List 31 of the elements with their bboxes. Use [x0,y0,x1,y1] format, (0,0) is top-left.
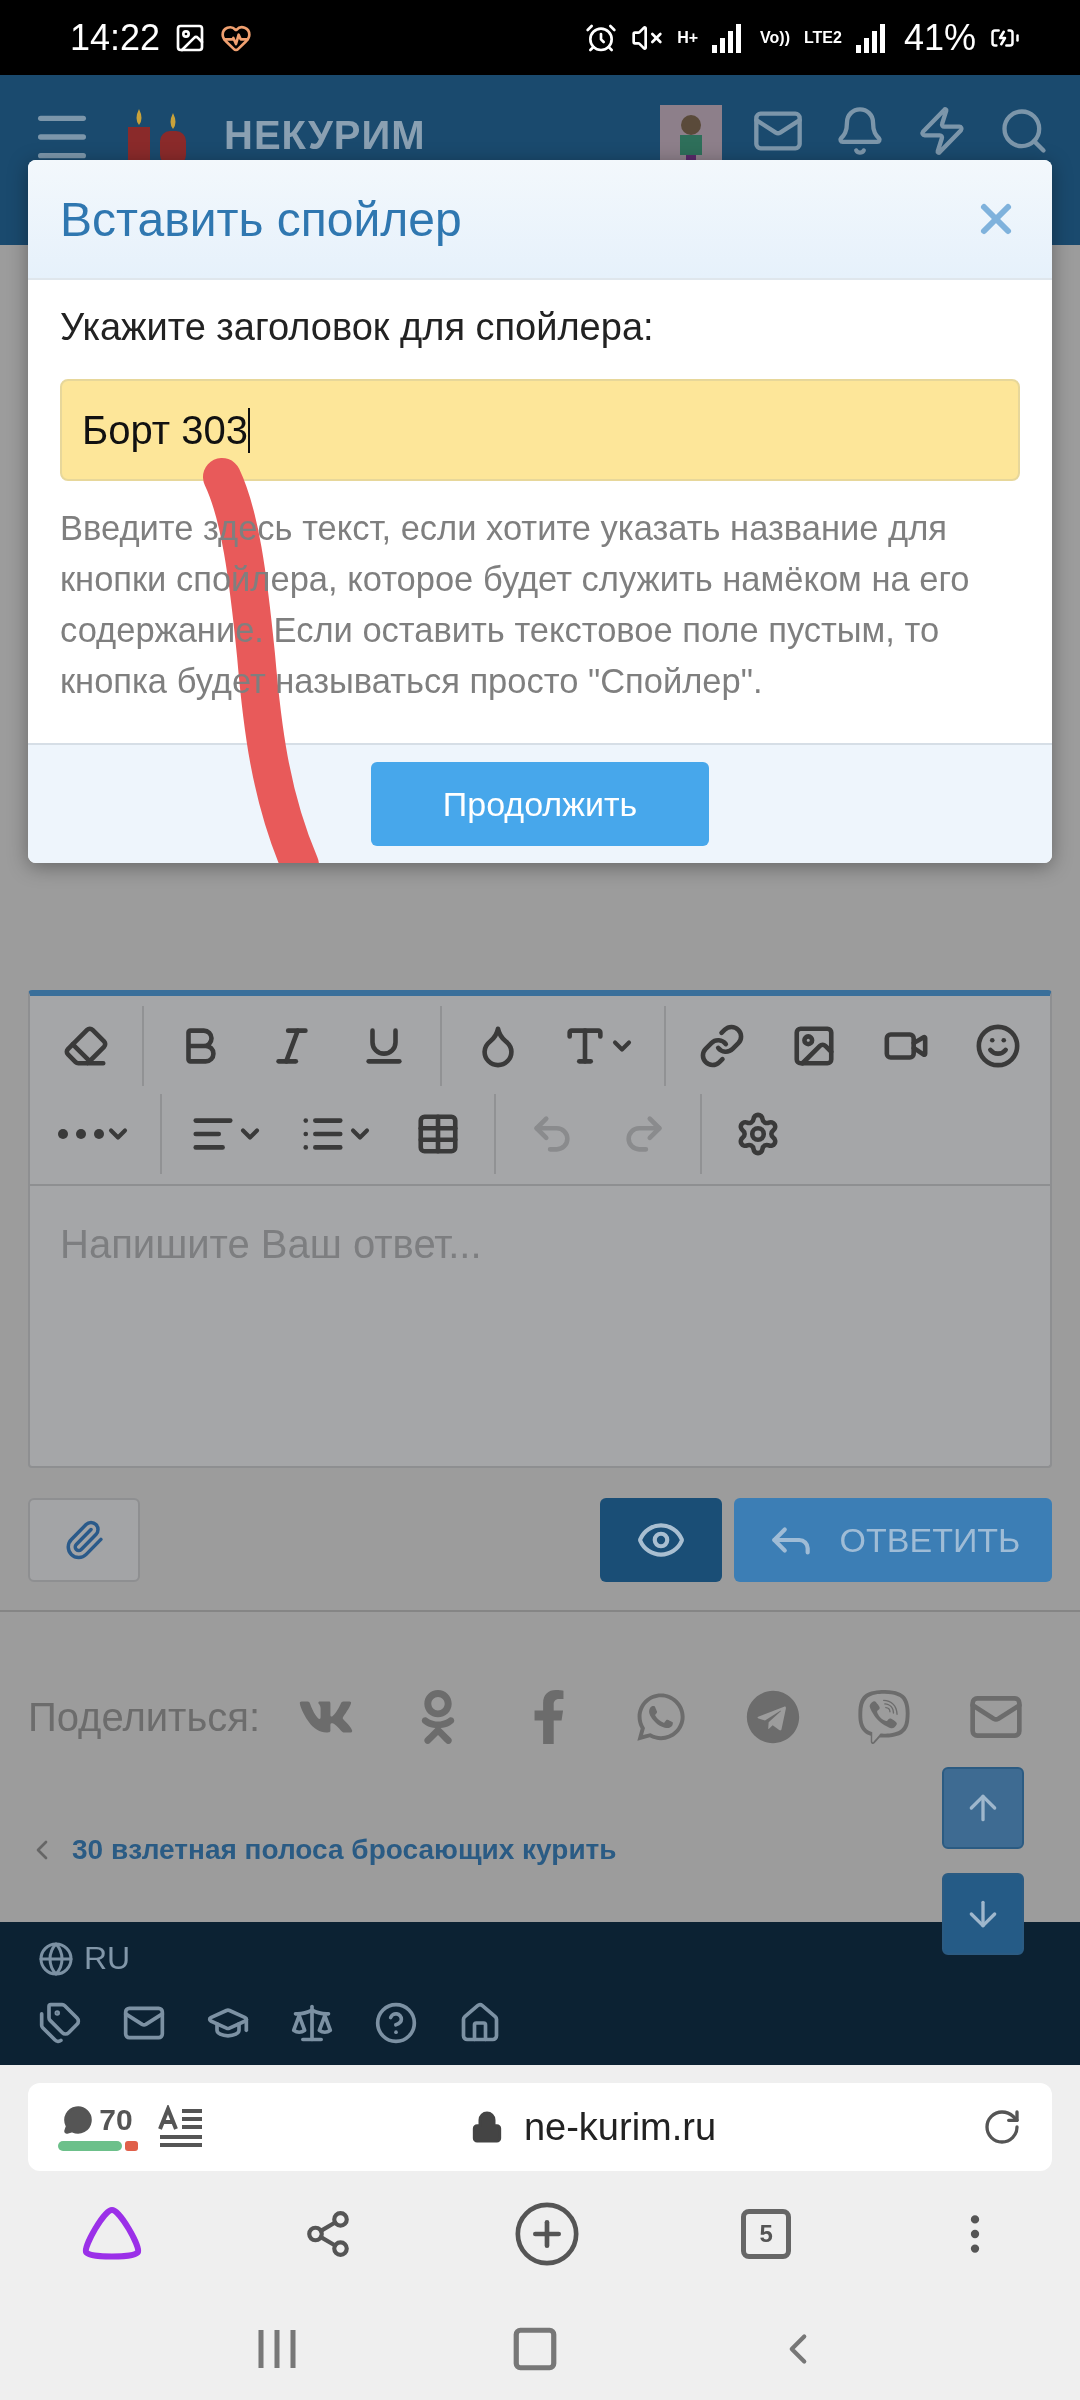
scroll-down-button[interactable] [942,1873,1024,1955]
address-bar[interactable]: 70 ne-kurim.ru [28,2083,1052,2171]
comment-icon[interactable] [63,2105,94,2135]
battery-percent: 41% [903,19,976,56]
dialog-title: Вставить спойлер [60,191,463,247]
table-icon [415,1111,461,1157]
reader-icon[interactable] [158,2105,204,2149]
more-icon [58,1129,104,1139]
globe-icon[interactable] [38,1940,74,1977]
eraser-icon [63,1023,109,1069]
url-text[interactable]: ne-kurim.ru [523,2105,717,2149]
title-field[interactable]: Борт 303 [60,379,1020,481]
language-link[interactable]: RU [84,1940,131,1977]
image-icon [791,1023,837,1069]
link-icon [699,1023,745,1069]
field-label: Укажите заголовок для спойлера: [60,306,655,349]
emoji-icon [975,1023,1021,1069]
volte-label: Vo)) [760,29,790,46]
preview-button[interactable] [600,1498,722,1582]
tags-icon[interactable] [38,2001,82,2045]
attach-button[interactable] [28,1498,140,1582]
site-logo[interactable]: НЕКУРИМ [224,113,426,158]
lte-label: LTE2 [804,29,842,46]
tabs-button[interactable]: 5 [741,2209,792,2259]
comment-count[interactable]: 70 [99,2103,133,2137]
clock: 14:22 [70,19,161,56]
network-label: H+ [677,29,699,46]
reload-icon[interactable] [982,2107,1022,2147]
recents-icon[interactable] [256,2327,297,2370]
help-icon[interactable] [374,2001,418,2045]
scroll-up-button[interactable] [942,1767,1024,1849]
